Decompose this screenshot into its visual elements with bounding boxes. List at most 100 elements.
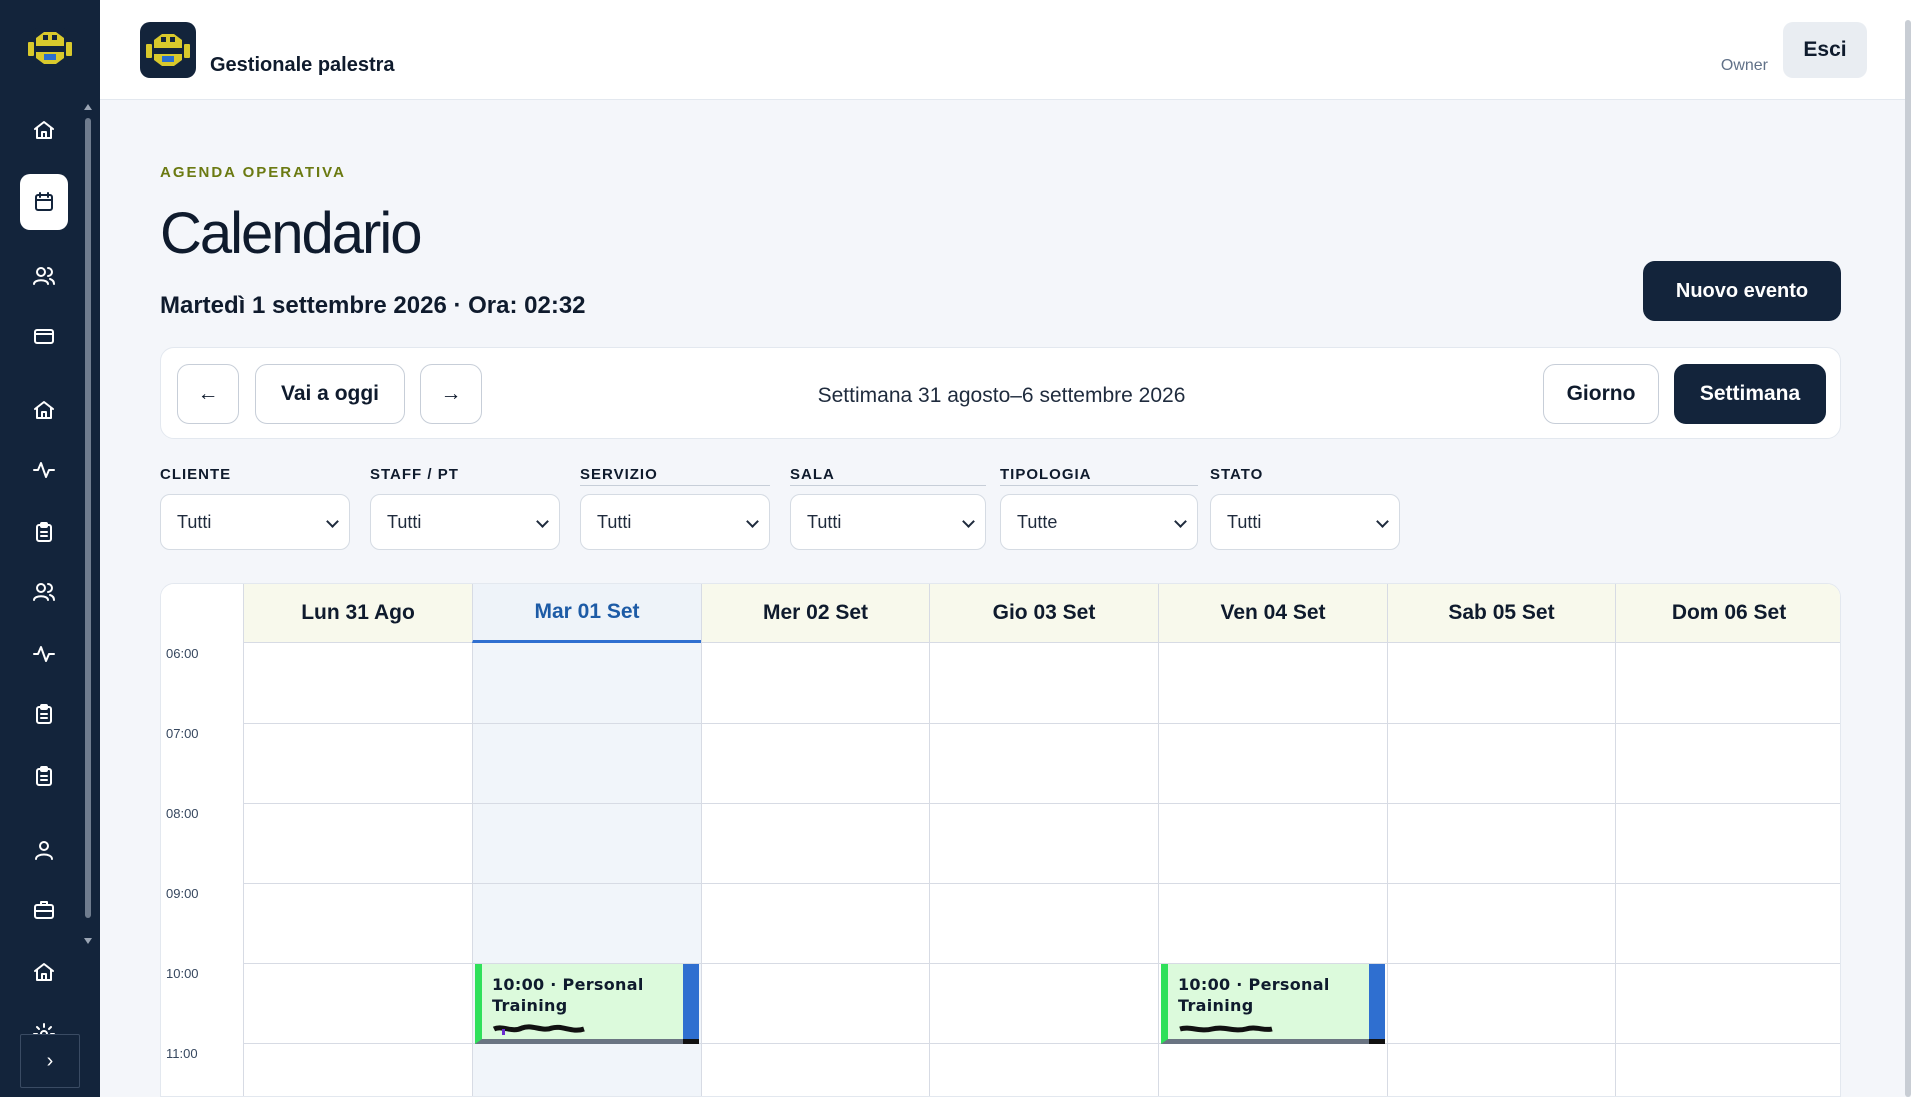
hour-label: 06:00 (166, 646, 199, 661)
view-day-button[interactable]: Giorno (1543, 364, 1659, 424)
redacted-client-name (492, 1024, 585, 1035)
user-icon (35, 841, 53, 860)
hour-label: 08:00 (166, 806, 199, 821)
calendar-event[interactable]: 10:00 · Personal Training (475, 964, 699, 1044)
filter-stato-select[interactable]: Tutti (1210, 494, 1400, 550)
event-status-stripe (1369, 964, 1385, 1039)
column-divider (1387, 643, 1388, 1096)
hour-label: 07:00 (166, 726, 199, 741)
hour-label: 09:00 (166, 886, 199, 901)
new-event-button[interactable]: Nuovo evento (1643, 261, 1841, 321)
hour-label: 10:00 (166, 966, 199, 981)
chevron-down-icon (326, 515, 339, 528)
sidebar-item-home[interactable] (20, 106, 68, 154)
logout-button[interactable]: Esci (1783, 22, 1867, 78)
filter-value: Tutti (597, 511, 632, 532)
briefcase-icon (34, 901, 54, 919)
gym-logo-icon (146, 34, 190, 66)
app-logo (140, 22, 196, 78)
filter-label: STATO (1210, 466, 1264, 483)
filter-label: SALA (790, 466, 986, 486)
hour-divider (243, 723, 1840, 724)
sidebar-item-services[interactable] (20, 886, 68, 934)
filter-label: STAFF / PT (370, 466, 459, 483)
hour-label: 11:00 (166, 1046, 198, 1061)
view-week-button[interactable]: Settimana (1674, 364, 1826, 424)
gym-logo-icon[interactable] (24, 22, 76, 74)
day-header-thu[interactable]: Gio 03 Set (929, 584, 1158, 643)
day-header-fri[interactable]: Ven 04 Set (1158, 584, 1387, 643)
event-stripe-tail (683, 1039, 699, 1044)
column-divider (1158, 643, 1159, 1096)
home-icon (34, 401, 54, 419)
scroll-up-arrow-icon[interactable] (84, 104, 92, 110)
filter-sala-select[interactable]: Tutti (790, 494, 986, 550)
chevron-down-icon (746, 515, 759, 528)
activity-icon (33, 462, 55, 478)
filter-sala: SALA Tutti (790, 466, 986, 550)
hour-divider (243, 803, 1840, 804)
sidebar-item-home-2[interactable] (20, 386, 68, 434)
sidebar-item-clients[interactable] (20, 252, 68, 300)
sidebar-expand-button[interactable]: › (20, 1034, 80, 1088)
day-header-wed[interactable]: Mer 02 Set (701, 584, 929, 643)
calendar-icon (35, 192, 53, 211)
column-divider (701, 643, 702, 1096)
filter-cliente-select[interactable]: Tutti (160, 494, 350, 550)
filter-value: Tutti (177, 511, 212, 532)
scrollbar-thumb[interactable] (85, 118, 91, 918)
sidebar-item-activity[interactable] (20, 446, 68, 494)
hour-divider (243, 883, 1840, 884)
filter-value: Tutti (1227, 511, 1262, 532)
day-header-sat[interactable]: Sab 05 Set (1387, 584, 1615, 643)
filter-servizio: SERVIZIO Tutti (580, 466, 770, 550)
sidebar: › (0, 0, 100, 1097)
day-header-sun[interactable]: Dom 06 Set (1615, 584, 1840, 643)
clipboard-icon (36, 522, 52, 542)
clipboard-icon (36, 704, 52, 724)
home-icon (34, 963, 54, 981)
credit-card-icon (34, 329, 54, 344)
sidebar-item-activity-2[interactable] (20, 630, 68, 678)
sidebar-item-clipboard[interactable] (20, 508, 68, 556)
sidebar-item-home-3[interactable] (20, 948, 68, 996)
column-divider (243, 643, 244, 1096)
next-week-button[interactable]: → (420, 364, 482, 424)
sidebar-item-clipboard-3[interactable] (20, 752, 68, 800)
current-date-time: Martedì 1 settembre 2026 · Ora: 02:32 (160, 292, 586, 319)
previous-week-button[interactable]: ← (177, 364, 239, 424)
users-icon (33, 583, 55, 601)
home-icon (34, 121, 54, 139)
filter-value: Tutti (807, 511, 842, 532)
column-divider (472, 643, 473, 1096)
day-header-tue-today[interactable]: Mar 01 Set (472, 584, 701, 643)
calendar-event[interactable]: 10:00 · Personal Training (1161, 964, 1385, 1044)
sidebar-item-profile[interactable] (20, 826, 68, 874)
filter-staff-select[interactable]: Tutti (370, 494, 560, 550)
filter-label: CLIENTE (160, 466, 232, 483)
sidebar-item-calendar[interactable] (20, 174, 68, 230)
week-calendar-grid: Lun 31 Ago Mar 01 Set Mer 02 Set Gio 03 … (160, 583, 1841, 1097)
filter-value: Tutti (387, 511, 422, 532)
filter-value: Tutte (1017, 511, 1058, 532)
activity-icon (33, 646, 55, 662)
scroll-down-arrow-icon[interactable] (84, 938, 92, 944)
filter-servizio-select[interactable]: Tutti (580, 494, 770, 550)
filter-tipologia-select[interactable]: Tutte (1000, 494, 1198, 550)
page-scrollbar[interactable] (1905, 20, 1911, 1097)
filter-stato: STATO Tutti (1210, 466, 1400, 550)
event-status-stripe (683, 964, 699, 1039)
filter-tipologia: TIPOLOGIA Tutte (1000, 466, 1198, 550)
filter-staff: STAFF / PT Tutti (370, 466, 560, 550)
time-column-header (161, 584, 243, 643)
sidebar-item-payments[interactable] (20, 312, 68, 360)
sidebar-scrollbar[interactable] (84, 104, 92, 944)
sidebar-item-users-2[interactable] (20, 568, 68, 616)
column-divider (929, 643, 930, 1096)
app-title: Gestionale palestra (210, 54, 395, 76)
go-to-today-button[interactable]: Vai a oggi (255, 364, 405, 424)
sidebar-item-settings[interactable] (20, 1008, 68, 1034)
filter-cliente: CLIENTE Tutti (160, 466, 350, 550)
day-header-mon[interactable]: Lun 31 Ago (243, 584, 472, 643)
sidebar-item-clipboard-2[interactable] (20, 690, 68, 738)
